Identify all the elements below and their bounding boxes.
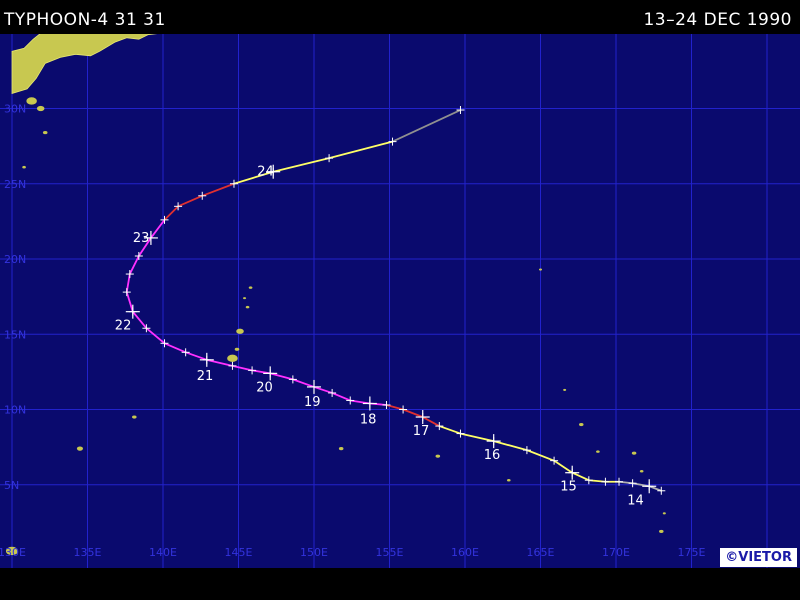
longitude-label: 170E — [602, 546, 630, 559]
island — [563, 388, 567, 391]
latitude-label: 25N — [4, 178, 26, 191]
latitude-label: 20N — [4, 253, 26, 266]
day-label: 23 — [133, 231, 150, 246]
island — [132, 415, 137, 419]
longitude-label: 165E — [527, 546, 555, 559]
date-range: 13–24 DEC 1990 — [643, 10, 792, 30]
island — [248, 286, 253, 289]
island — [579, 422, 584, 427]
island — [659, 529, 664, 533]
island — [26, 97, 37, 105]
island — [227, 354, 238, 363]
footer-bar — [0, 568, 800, 600]
day-label: 21 — [197, 369, 214, 384]
day-label: 19 — [304, 395, 321, 410]
credit-badge: ©VIETOR — [720, 548, 797, 567]
day-label: 15 — [560, 480, 577, 495]
header-bar: TYPHOON-4 31 31 13–24 DEC 1990 — [0, 0, 800, 34]
longitude-label: 130E — [0, 546, 26, 559]
island — [538, 268, 543, 271]
island — [76, 446, 83, 451]
island — [596, 450, 600, 453]
longitude-label: 140E — [149, 546, 177, 559]
ocean — [0, 34, 800, 568]
latitude-label: 5N — [4, 479, 19, 492]
island — [662, 512, 666, 515]
longitude-label: 160E — [451, 546, 479, 559]
longitude-label: 150E — [300, 546, 328, 559]
day-label: 18 — [360, 412, 377, 427]
island — [338, 447, 344, 451]
island — [506, 478, 511, 482]
island — [234, 347, 240, 351]
island — [243, 297, 247, 300]
day-label: 24 — [257, 165, 274, 180]
track-map[interactable]: 130E 135E 140E 145E 150E 155E 160E 165E 170E 175E… — [0, 34, 800, 568]
day-label: 17 — [413, 424, 430, 439]
latitude-label: 15N — [4, 328, 26, 341]
island — [245, 305, 250, 309]
day-label: 16 — [484, 448, 501, 463]
storm-title: TYPHOON-4 31 31 — [4, 10, 166, 30]
island — [435, 454, 441, 458]
island — [36, 105, 45, 112]
longitude-label: 175E — [678, 546, 706, 559]
island — [22, 165, 26, 169]
day-label: 20 — [256, 380, 273, 395]
island — [42, 130, 48, 135]
longitude-label: 135E — [74, 546, 102, 559]
latitude-label: 30N — [4, 103, 26, 116]
day-label: 22 — [115, 319, 132, 334]
island — [631, 451, 637, 455]
island — [236, 328, 244, 334]
island — [639, 469, 644, 473]
longitude-label: 145E — [225, 546, 253, 559]
longitude-label: 155E — [376, 546, 404, 559]
latitude-label: 10N — [4, 404, 26, 417]
day-label: 14 — [627, 493, 644, 508]
